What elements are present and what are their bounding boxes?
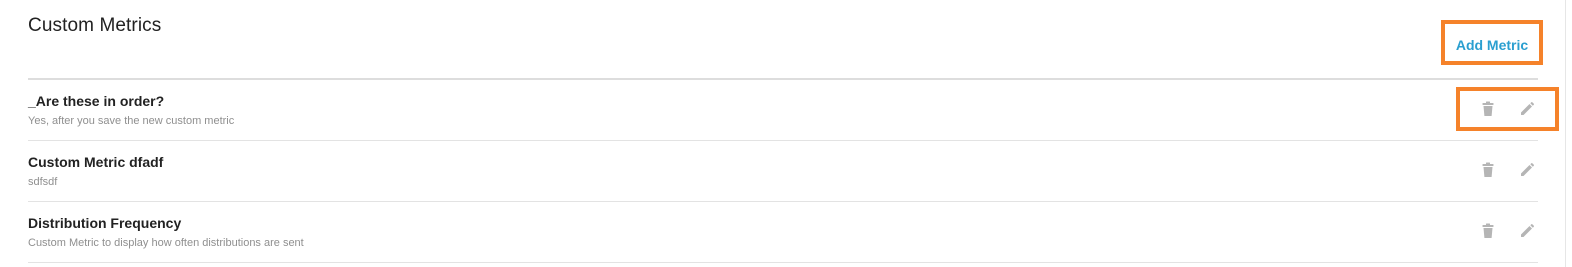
metric-name: _Are these in order? <box>28 93 165 109</box>
page-title: Custom Metrics <box>28 15 162 36</box>
metric-name: Distribution Frequency <box>28 215 182 231</box>
trash-icon[interactable] <box>1480 223 1496 239</box>
list-item: Distribution Frequency Custom Metric to … <box>28 202 1538 263</box>
trash-icon[interactable] <box>1480 162 1496 178</box>
metric-description: sdfsdf <box>28 176 58 188</box>
metrics-list: _Are these in order? Yes, after you save… <box>28 80 1538 263</box>
metric-description: Yes, after you save the new custom metri… <box>28 115 235 127</box>
list-item: Custom Metric dfadf sdfsdf <box>28 141 1538 202</box>
list-item: _Are these in order? Yes, after you save… <box>28 80 1538 141</box>
add-metric-highlight <box>1441 20 1543 65</box>
pencil-icon[interactable] <box>1519 162 1535 178</box>
custom-metrics-page: Custom Metrics Add Metric _Are these in … <box>0 0 1572 267</box>
metric-name: Custom Metric dfadf <box>28 154 164 170</box>
metric-description: Custom Metric to display how often distr… <box>28 237 304 249</box>
scroll-edge <box>1565 0 1566 267</box>
pencil-icon[interactable] <box>1519 223 1535 239</box>
row-actions-highlight <box>1456 87 1559 131</box>
